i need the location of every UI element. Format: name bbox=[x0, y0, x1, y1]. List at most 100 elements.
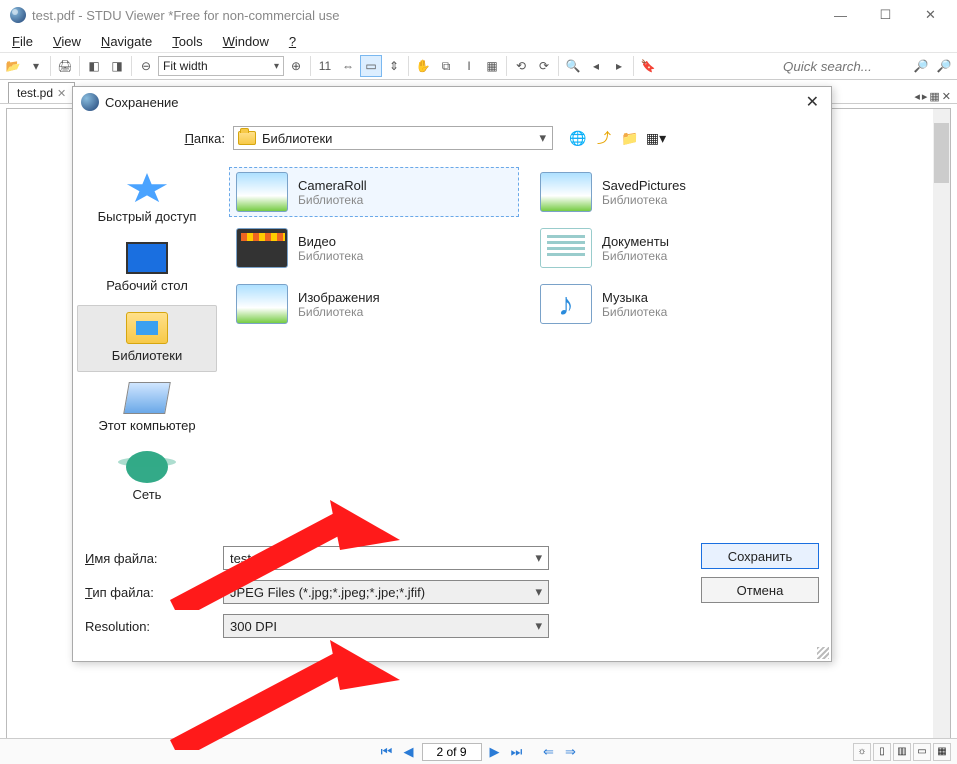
place-label: Библиотеки bbox=[80, 348, 214, 363]
video-icon bbox=[236, 228, 288, 268]
library-item[interactable]: Документы Библиотека bbox=[533, 223, 823, 273]
picture-icon bbox=[236, 172, 288, 212]
last-page-icon[interactable]: ⏭ bbox=[508, 744, 526, 760]
rotate-right-icon[interactable]: ⟳ bbox=[533, 55, 555, 77]
close-button[interactable]: ✕ bbox=[908, 1, 953, 29]
vertical-scrollbar[interactable] bbox=[933, 109, 950, 739]
zoom-mode-label: Fit width bbox=[163, 59, 208, 73]
filename-input[interactable]: test_002 bbox=[223, 546, 549, 570]
next-page-icon[interactable]: ▶ bbox=[486, 744, 504, 760]
place-label: Сеть bbox=[79, 487, 215, 502]
toolbar: 📂 ▾ 🖨 ◧ ◨ ⊖ Fit width ⊕ 11 ⇔ ▭ ⇕ ✋ ⧉ I ▦… bbox=[0, 52, 957, 80]
bookmark-icon[interactable]: 🔖 bbox=[637, 55, 659, 77]
desktop-icon bbox=[126, 242, 168, 274]
item-name: CameraRoll bbox=[298, 178, 367, 193]
fit-page-icon[interactable]: ▭ bbox=[360, 55, 382, 77]
dialog-title: Сохранение bbox=[105, 95, 179, 110]
dialog-close-button[interactable]: ✕ bbox=[802, 92, 823, 112]
library-item[interactable]: Видео Библиотека bbox=[229, 223, 519, 273]
picture-icon bbox=[236, 284, 288, 324]
history-fwd-icon[interactable]: ⇒ bbox=[562, 744, 580, 760]
network-icon bbox=[126, 451, 168, 483]
place-quick-access[interactable]: Быстрый доступ bbox=[77, 167, 217, 232]
minimize-button[interactable]: — bbox=[818, 1, 863, 29]
menu-navigate[interactable]: Navigate bbox=[93, 32, 160, 51]
first-page-icon[interactable]: ⏮ bbox=[378, 744, 396, 760]
pc-icon bbox=[123, 382, 171, 414]
brightness-icon[interactable]: ☼ bbox=[853, 743, 871, 761]
item-name: Документы bbox=[602, 234, 669, 249]
document-tab[interactable]: test.pd ✕ bbox=[8, 82, 75, 103]
rotate-left-icon[interactable]: ⟲ bbox=[510, 55, 532, 77]
places-bar: Быстрый доступ Рабочий стол Библиотеки Э… bbox=[73, 159, 221, 535]
dropdown-icon[interactable]: ▾ bbox=[25, 55, 47, 77]
two-page-icon[interactable]: ▭ bbox=[913, 743, 931, 761]
find-prev-icon[interactable]: ◂ bbox=[585, 55, 607, 77]
back-icon[interactable]: 🌐 bbox=[569, 129, 587, 147]
maximize-button[interactable]: ☐ bbox=[863, 1, 908, 29]
menu-tools[interactable]: Tools bbox=[164, 32, 210, 51]
folder-icon bbox=[238, 131, 256, 145]
pane-right-icon[interactable]: ◨ bbox=[106, 55, 128, 77]
page-num-icon[interactable]: 11 bbox=[314, 55, 336, 77]
menu-help[interactable]: ? bbox=[281, 32, 304, 51]
find-next-icon[interactable]: ▸ bbox=[608, 55, 630, 77]
snapshot-icon[interactable]: ⧉ bbox=[435, 55, 457, 77]
prev-page-icon[interactable]: ◀ bbox=[400, 744, 418, 760]
history-back-icon[interactable]: ⇐ bbox=[540, 744, 558, 760]
item-name: Музыка bbox=[602, 290, 667, 305]
tab-scroll-right-icon[interactable]: ▸ bbox=[922, 90, 928, 103]
continuous-icon[interactable]: ▥ bbox=[893, 743, 911, 761]
place-label: Этот компьютер bbox=[79, 418, 215, 433]
tab-grid-icon[interactable]: ▦ bbox=[929, 90, 939, 103]
page-indicator[interactable] bbox=[422, 743, 482, 761]
zoom-in-icon[interactable]: ⊕ bbox=[285, 55, 307, 77]
search-back-icon[interactable]: 🔎 bbox=[910, 55, 932, 77]
tab-scroll-left-icon[interactable]: ◂ bbox=[914, 90, 920, 103]
fit-height-icon[interactable]: ⇕ bbox=[383, 55, 405, 77]
tab-label: test.pd bbox=[17, 86, 53, 100]
search-fwd-icon[interactable]: 🔎 bbox=[933, 55, 955, 77]
new-folder-icon[interactable]: 📁 bbox=[621, 129, 639, 147]
library-item[interactable]: Изображения Библиотека bbox=[229, 279, 519, 329]
filetype-select[interactable]: JPEG Files (*.jpg;*.jpeg;*.jpe;*.jfif) bbox=[223, 580, 549, 604]
zoom-out-icon[interactable]: ⊖ bbox=[135, 55, 157, 77]
view-menu-icon[interactable]: ▦▾ bbox=[647, 129, 665, 147]
place-libraries[interactable]: Библиотеки bbox=[77, 305, 217, 372]
menu-view[interactable]: View bbox=[45, 32, 89, 51]
save-button[interactable]: Сохранить bbox=[701, 543, 819, 569]
resize-grip-icon[interactable] bbox=[817, 647, 829, 659]
dialog-bottom: Имя файла: test_002 Тип файла: JPEG File… bbox=[73, 535, 831, 661]
cancel-button[interactable]: Отмена bbox=[701, 577, 819, 603]
tab-close-all-icon[interactable]: ✕ bbox=[942, 90, 951, 103]
menu-window[interactable]: Window bbox=[215, 32, 277, 51]
file-list: CameraRoll Библиотека SavedPictures Библ… bbox=[221, 159, 831, 535]
place-network[interactable]: Сеть bbox=[77, 445, 217, 510]
menu-file[interactable]: File bbox=[4, 32, 41, 51]
place-label: Рабочий стол bbox=[79, 278, 215, 293]
library-item[interactable]: SavedPictures Библиотека bbox=[533, 167, 823, 217]
place-desktop[interactable]: Рабочий стол bbox=[77, 236, 217, 301]
highlight-icon[interactable]: ▦ bbox=[481, 55, 503, 77]
text-select-icon[interactable]: I bbox=[458, 55, 480, 77]
single-page-icon[interactable]: ▯ bbox=[873, 743, 891, 761]
hand-tool-icon[interactable]: ✋ bbox=[412, 55, 434, 77]
pane-left-icon[interactable]: ◧ bbox=[83, 55, 105, 77]
grid-view-icon[interactable]: ▦ bbox=[933, 743, 951, 761]
library-item[interactable]: CameraRoll Библиотека bbox=[229, 167, 519, 217]
zoom-select[interactable]: Fit width bbox=[158, 56, 284, 76]
place-this-pc[interactable]: Этот компьютер bbox=[77, 376, 217, 441]
resolution-select[interactable]: 300 DPI bbox=[223, 614, 549, 638]
quick-search-input[interactable] bbox=[779, 57, 909, 76]
folder-value: Библиотеки bbox=[262, 131, 332, 146]
library-item[interactable]: ♪ Музыка Библиотека bbox=[533, 279, 823, 329]
music-icon: ♪ bbox=[540, 284, 592, 324]
item-sub: Библиотека bbox=[602, 193, 686, 207]
open-icon[interactable]: 📂 bbox=[2, 55, 24, 77]
fit-width-icon[interactable]: ⇔ bbox=[337, 55, 359, 77]
folder-select[interactable]: Библиотеки bbox=[233, 126, 553, 150]
up-icon[interactable]: ⤴ bbox=[595, 129, 613, 147]
tab-close-icon[interactable]: ✕ bbox=[57, 87, 66, 100]
print-icon[interactable]: 🖨 bbox=[54, 55, 76, 77]
find-icon[interactable]: 🔍 bbox=[562, 55, 584, 77]
